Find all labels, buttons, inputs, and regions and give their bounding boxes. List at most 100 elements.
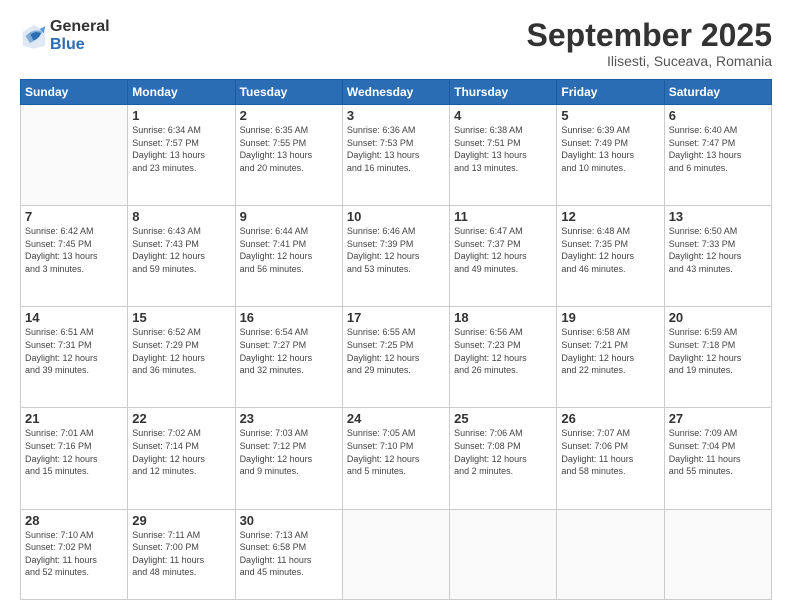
day-info: Sunrise: 7:05 AM Sunset: 7:10 PM Dayligh…: [347, 427, 445, 477]
day-number: 1: [132, 108, 230, 123]
table-row: 29Sunrise: 7:11 AM Sunset: 7:00 PM Dayli…: [128, 509, 235, 600]
day-info: Sunrise: 6:56 AM Sunset: 7:23 PM Dayligh…: [454, 326, 552, 376]
day-info: Sunrise: 6:47 AM Sunset: 7:37 PM Dayligh…: [454, 225, 552, 275]
table-row: 20Sunrise: 6:59 AM Sunset: 7:18 PM Dayli…: [664, 307, 771, 408]
week-row-1: 1Sunrise: 6:34 AM Sunset: 7:57 PM Daylig…: [21, 105, 772, 206]
day-info: Sunrise: 6:55 AM Sunset: 7:25 PM Dayligh…: [347, 326, 445, 376]
day-number: 21: [25, 411, 123, 426]
day-info: Sunrise: 7:03 AM Sunset: 7:12 PM Dayligh…: [240, 427, 338, 477]
day-info: Sunrise: 7:06 AM Sunset: 7:08 PM Dayligh…: [454, 427, 552, 477]
logo: General Blue: [20, 18, 110, 53]
table-row: [557, 509, 664, 600]
day-info: Sunrise: 7:07 AM Sunset: 7:06 PM Dayligh…: [561, 427, 659, 477]
day-number: 18: [454, 310, 552, 325]
header-sunday: Sunday: [21, 80, 128, 105]
weekday-header-row: Sunday Monday Tuesday Wednesday Thursday…: [21, 80, 772, 105]
table-row: 27Sunrise: 7:09 AM Sunset: 7:04 PM Dayli…: [664, 408, 771, 509]
table-row: 15Sunrise: 6:52 AM Sunset: 7:29 PM Dayli…: [128, 307, 235, 408]
day-info: Sunrise: 6:39 AM Sunset: 7:49 PM Dayligh…: [561, 124, 659, 174]
logo-text: General Blue: [50, 18, 110, 53]
table-row: 6Sunrise: 6:40 AM Sunset: 7:47 PM Daylig…: [664, 105, 771, 206]
day-info: Sunrise: 6:54 AM Sunset: 7:27 PM Dayligh…: [240, 326, 338, 376]
table-row: [21, 105, 128, 206]
day-number: 13: [669, 209, 767, 224]
header-saturday: Saturday: [664, 80, 771, 105]
day-info: Sunrise: 6:44 AM Sunset: 7:41 PM Dayligh…: [240, 225, 338, 275]
day-info: Sunrise: 7:10 AM Sunset: 7:02 PM Dayligh…: [25, 529, 123, 579]
day-info: Sunrise: 6:52 AM Sunset: 7:29 PM Dayligh…: [132, 326, 230, 376]
table-row: 9Sunrise: 6:44 AM Sunset: 7:41 PM Daylig…: [235, 206, 342, 307]
table-row: 5Sunrise: 6:39 AM Sunset: 7:49 PM Daylig…: [557, 105, 664, 206]
table-row: [450, 509, 557, 600]
day-number: 27: [669, 411, 767, 426]
logo-general: General: [50, 18, 110, 36]
table-row: 4Sunrise: 6:38 AM Sunset: 7:51 PM Daylig…: [450, 105, 557, 206]
logo-blue: Blue: [50, 36, 110, 54]
day-info: Sunrise: 6:43 AM Sunset: 7:43 PM Dayligh…: [132, 225, 230, 275]
day-info: Sunrise: 6:35 AM Sunset: 7:55 PM Dayligh…: [240, 124, 338, 174]
day-number: 3: [347, 108, 445, 123]
day-number: 12: [561, 209, 659, 224]
day-info: Sunrise: 6:46 AM Sunset: 7:39 PM Dayligh…: [347, 225, 445, 275]
day-number: 20: [669, 310, 767, 325]
day-number: 14: [25, 310, 123, 325]
day-number: 6: [669, 108, 767, 123]
table-row: [342, 509, 449, 600]
day-number: 26: [561, 411, 659, 426]
table-row: 30Sunrise: 7:13 AM Sunset: 6:58 PM Dayli…: [235, 509, 342, 600]
month-title: September 2025: [527, 18, 772, 53]
header-friday: Friday: [557, 80, 664, 105]
table-row: 1Sunrise: 6:34 AM Sunset: 7:57 PM Daylig…: [128, 105, 235, 206]
day-number: 7: [25, 209, 123, 224]
day-number: 11: [454, 209, 552, 224]
table-row: 28Sunrise: 7:10 AM Sunset: 7:02 PM Dayli…: [21, 509, 128, 600]
table-row: [664, 509, 771, 600]
day-info: Sunrise: 6:58 AM Sunset: 7:21 PM Dayligh…: [561, 326, 659, 376]
day-info: Sunrise: 6:50 AM Sunset: 7:33 PM Dayligh…: [669, 225, 767, 275]
calendar: Sunday Monday Tuesday Wednesday Thursday…: [20, 79, 772, 600]
day-info: Sunrise: 7:09 AM Sunset: 7:04 PM Dayligh…: [669, 427, 767, 477]
header-thursday: Thursday: [450, 80, 557, 105]
day-info: Sunrise: 6:42 AM Sunset: 7:45 PM Dayligh…: [25, 225, 123, 275]
day-info: Sunrise: 6:34 AM Sunset: 7:57 PM Dayligh…: [132, 124, 230, 174]
day-number: 30: [240, 513, 338, 528]
page: General Blue September 2025 Ilisesti, Su…: [0, 0, 792, 612]
day-number: 17: [347, 310, 445, 325]
day-info: Sunrise: 7:13 AM Sunset: 6:58 PM Dayligh…: [240, 529, 338, 579]
day-info: Sunrise: 7:11 AM Sunset: 7:00 PM Dayligh…: [132, 529, 230, 579]
day-number: 25: [454, 411, 552, 426]
day-number: 16: [240, 310, 338, 325]
day-number: 8: [132, 209, 230, 224]
table-row: 22Sunrise: 7:02 AM Sunset: 7:14 PM Dayli…: [128, 408, 235, 509]
week-row-5: 28Sunrise: 7:10 AM Sunset: 7:02 PM Dayli…: [21, 509, 772, 600]
table-row: 12Sunrise: 6:48 AM Sunset: 7:35 PM Dayli…: [557, 206, 664, 307]
day-info: Sunrise: 7:01 AM Sunset: 7:16 PM Dayligh…: [25, 427, 123, 477]
day-info: Sunrise: 6:59 AM Sunset: 7:18 PM Dayligh…: [669, 326, 767, 376]
day-info: Sunrise: 6:48 AM Sunset: 7:35 PM Dayligh…: [561, 225, 659, 275]
location: Ilisesti, Suceava, Romania: [527, 53, 772, 69]
header-monday: Monday: [128, 80, 235, 105]
day-number: 29: [132, 513, 230, 528]
table-row: 13Sunrise: 6:50 AM Sunset: 7:33 PM Dayli…: [664, 206, 771, 307]
table-row: 18Sunrise: 6:56 AM Sunset: 7:23 PM Dayli…: [450, 307, 557, 408]
day-number: 22: [132, 411, 230, 426]
day-info: Sunrise: 6:36 AM Sunset: 7:53 PM Dayligh…: [347, 124, 445, 174]
table-row: 24Sunrise: 7:05 AM Sunset: 7:10 PM Dayli…: [342, 408, 449, 509]
table-row: 16Sunrise: 6:54 AM Sunset: 7:27 PM Dayli…: [235, 307, 342, 408]
header-wednesday: Wednesday: [342, 80, 449, 105]
day-number: 15: [132, 310, 230, 325]
week-row-3: 14Sunrise: 6:51 AM Sunset: 7:31 PM Dayli…: [21, 307, 772, 408]
day-number: 4: [454, 108, 552, 123]
table-row: 14Sunrise: 6:51 AM Sunset: 7:31 PM Dayli…: [21, 307, 128, 408]
table-row: 11Sunrise: 6:47 AM Sunset: 7:37 PM Dayli…: [450, 206, 557, 307]
table-row: 25Sunrise: 7:06 AM Sunset: 7:08 PM Dayli…: [450, 408, 557, 509]
day-info: Sunrise: 6:51 AM Sunset: 7:31 PM Dayligh…: [25, 326, 123, 376]
title-block: September 2025 Ilisesti, Suceava, Romani…: [527, 18, 772, 69]
table-row: 10Sunrise: 6:46 AM Sunset: 7:39 PM Dayli…: [342, 206, 449, 307]
week-row-4: 21Sunrise: 7:01 AM Sunset: 7:16 PM Dayli…: [21, 408, 772, 509]
table-row: 21Sunrise: 7:01 AM Sunset: 7:16 PM Dayli…: [21, 408, 128, 509]
day-number: 10: [347, 209, 445, 224]
day-number: 24: [347, 411, 445, 426]
general-blue-icon: [20, 22, 48, 50]
table-row: 2Sunrise: 6:35 AM Sunset: 7:55 PM Daylig…: [235, 105, 342, 206]
